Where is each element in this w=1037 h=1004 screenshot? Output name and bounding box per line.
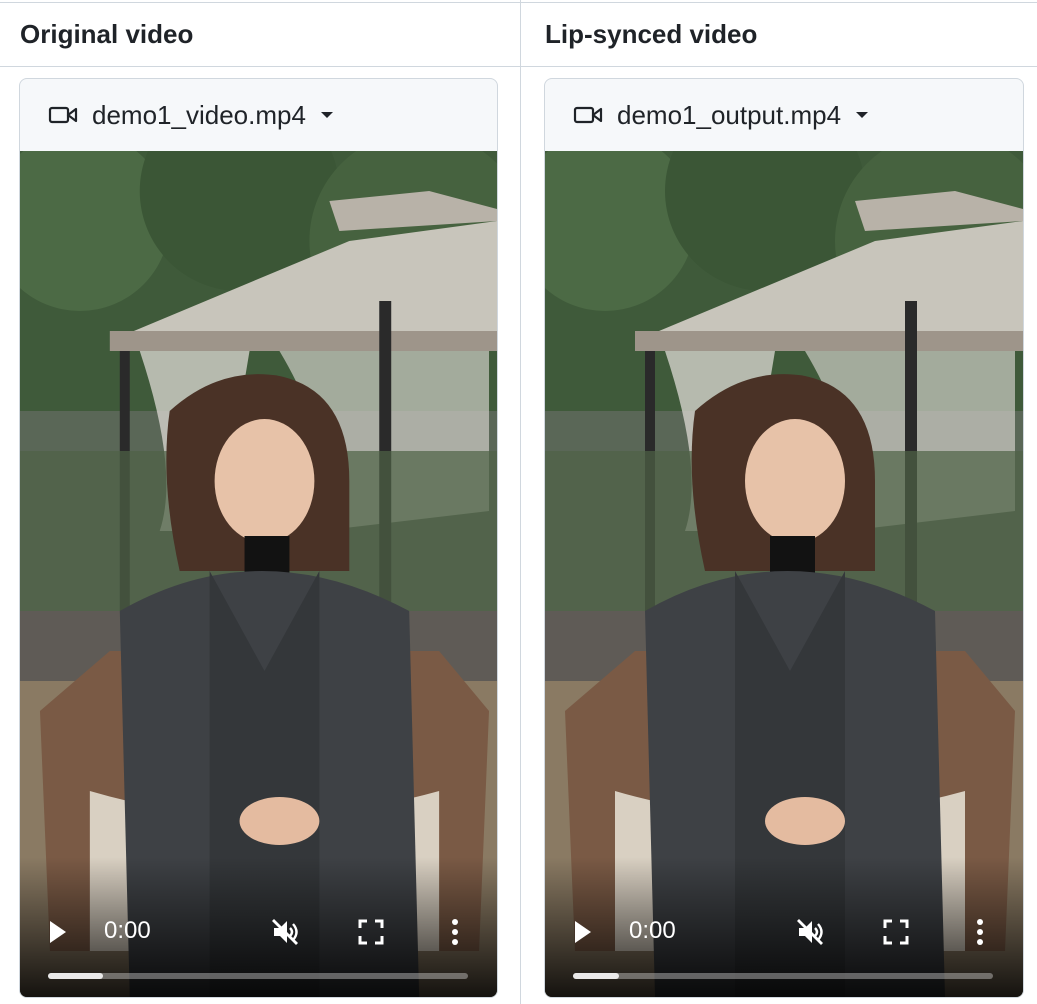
file-name: demo1_output.mp4	[617, 99, 842, 130]
player-controls: 0:00	[20, 877, 497, 997]
column-header-text: Lip-synced video	[545, 18, 758, 49]
buffered-bar	[573, 973, 620, 979]
kebab-menu-icon[interactable]	[973, 917, 987, 947]
column-divider	[520, 0, 521, 1004]
kebab-menu-icon[interactable]	[448, 917, 462, 947]
file-selector[interactable]: demo1_video.mp4	[20, 79, 497, 151]
fullscreen-icon[interactable]	[883, 919, 909, 945]
video-card-original: demo1_video.mp4 0:00	[19, 78, 498, 998]
file-selector[interactable]: demo1_output.mp4	[545, 79, 1023, 151]
video-player[interactable]: 0:00	[545, 151, 1023, 997]
current-time: 0:00	[629, 917, 676, 944]
progress-track[interactable]	[573, 973, 993, 979]
play-icon[interactable]	[573, 919, 593, 945]
video-camera-icon	[48, 106, 78, 124]
progress-track[interactable]	[48, 973, 468, 979]
play-icon[interactable]	[48, 919, 68, 945]
muted-speaker-icon[interactable]	[795, 917, 825, 947]
player-controls: 0:00	[545, 877, 1023, 997]
file-name: demo1_video.mp4	[92, 99, 306, 130]
muted-speaker-icon[interactable]	[270, 917, 300, 947]
column-header-text: Original video	[20, 18, 194, 49]
current-time: 0:00	[104, 917, 151, 944]
caret-down-icon[interactable]	[320, 110, 334, 120]
column-header-original: Original video	[20, 2, 500, 66]
video-camera-icon	[573, 106, 603, 124]
buffered-bar	[48, 973, 103, 979]
caret-down-icon[interactable]	[855, 110, 869, 120]
column-header-lipsynced: Lip-synced video	[545, 2, 1025, 66]
header-divider	[0, 66, 1037, 67]
video-card-lipsynced: demo1_output.mp4 0:00	[544, 78, 1024, 998]
fullscreen-icon[interactable]	[358, 919, 384, 945]
comparison-table: Original video Lip-synced video demo1_vi…	[0, 0, 1037, 1004]
video-player[interactable]: 0:00	[20, 151, 497, 997]
